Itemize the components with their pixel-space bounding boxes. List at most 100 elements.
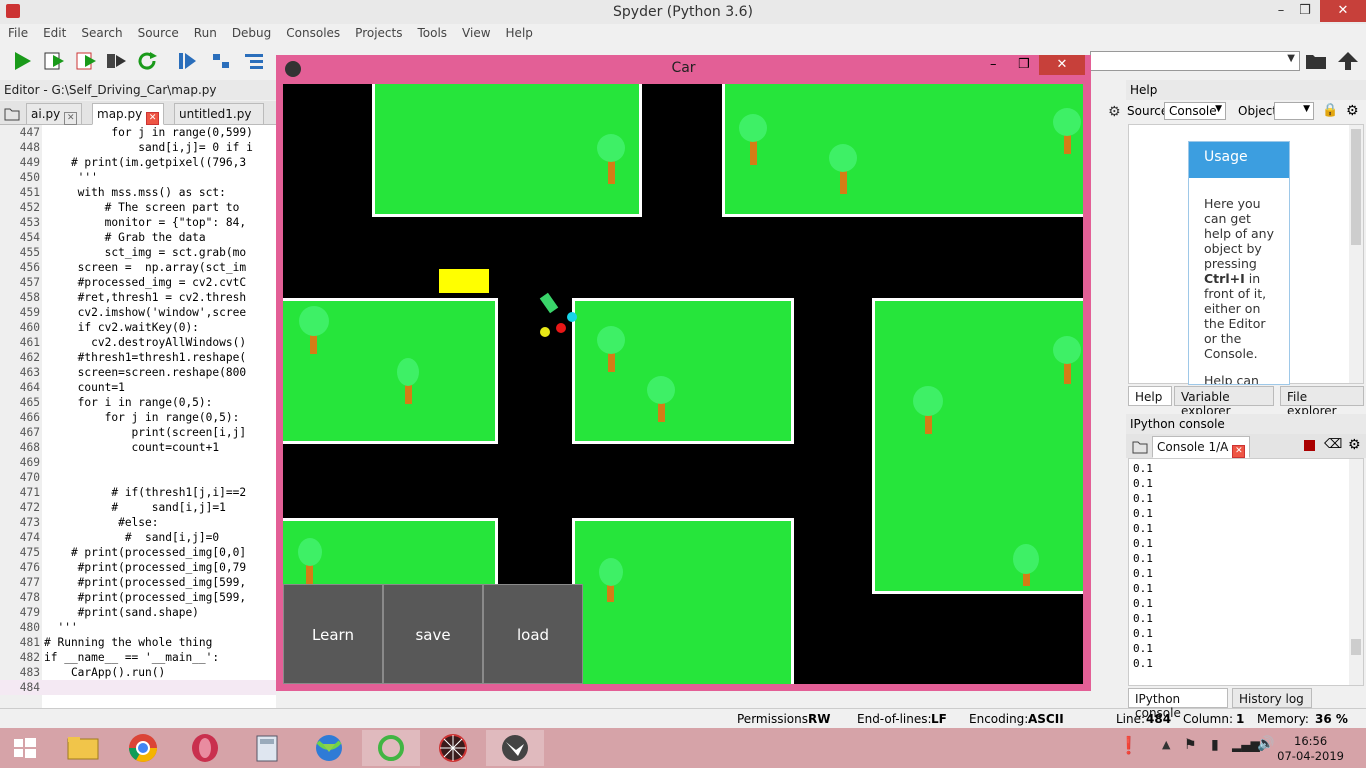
code-line[interactable]: 474 # sand[i,j]=0: [0, 530, 276, 545]
learn-button[interactable]: Learn: [283, 584, 383, 684]
tab-untitled1-py[interactable]: untitled1.py✕: [174, 103, 264, 139]
menu-source[interactable]: Source: [130, 24, 186, 40]
code-line[interactable]: 447 for j in range(0,599): [0, 125, 276, 140]
code-editor[interactable]: 447 for j in range(0,599) 448 sand[i,j]= …: [0, 125, 276, 708]
flag-icon[interactable]: ⚑: [1184, 737, 1197, 753]
open-folder-icon[interactable]: [1304, 50, 1328, 72]
stop-icon[interactable]: [1304, 440, 1315, 451]
menu-file[interactable]: File: [0, 24, 35, 40]
clock[interactable]: 16:56 07-04-2019: [1277, 734, 1344, 764]
console-output[interactable]: 0.1 0.1 0.1 0.1 0.1 0.1 0.1 0.1 0.1 0.1 0.1 0.1 0.1 0…: [1128, 458, 1364, 686]
code-line[interactable]: 476 #print(processed_img[0,79: [0, 560, 276, 575]
code-line[interactable]: 475 # print(processed_img[0,0]: [0, 545, 276, 560]
gear-icon[interactable]: ⚙: [1346, 103, 1359, 119]
maximize-button[interactable]: ❒: [1290, 0, 1320, 22]
code-line[interactable]: 451 with mss.mss() as sct:: [0, 185, 276, 200]
code-line[interactable]: 471 # if(thresh1[j,i]==2: [0, 485, 276, 500]
run-selection-icon[interactable]: [104, 50, 128, 72]
code-line[interactable]: 453 monitor = {"top": 84,: [0, 215, 276, 230]
network-icon[interactable]: ▂▄▆: [1232, 738, 1260, 752]
chrome-icon[interactable]: [114, 730, 172, 766]
tab-file-explorer[interactable]: File explorer: [1280, 386, 1364, 418]
tab-variable-explorer[interactable]: Variable explorer: [1174, 386, 1274, 418]
code-line[interactable]: 463 screen=screen.reshape(800: [0, 365, 276, 380]
browse-tabs-icon[interactable]: [4, 107, 20, 121]
menu-help[interactable]: Help: [498, 24, 540, 40]
code-line[interactable]: 455 sct_img = sct.grab(mo: [0, 245, 276, 260]
run-icon[interactable]: [10, 50, 34, 72]
code-line[interactable]: 484: [0, 680, 276, 695]
working-directory-combo[interactable]: ▼: [1090, 51, 1300, 71]
start-button[interactable]: [0, 730, 50, 766]
menu-tools[interactable]: Tools: [409, 24, 454, 40]
close-tab-icon[interactable]: ✕: [1232, 445, 1246, 458]
security-alert-icon[interactable]: ❗: [1118, 736, 1139, 756]
menu-edit[interactable]: Edit: [35, 24, 73, 40]
code-line[interactable]: 465 for i in range(0,5):: [0, 395, 276, 410]
code-line[interactable]: 458 #ret,thresh1 = cv2.thresh: [0, 290, 276, 305]
tab-map-py[interactable]: map.py ✕: [92, 103, 164, 125]
code-line[interactable]: 477 #print(processed_img[599,: [0, 575, 276, 590]
lock-icon[interactable]: 🔒: [1322, 103, 1338, 118]
source-select[interactable]: Console ▼: [1164, 102, 1226, 120]
menu-projects[interactable]: Projects: [347, 24, 409, 40]
code-line[interactable]: 454 # Grab the data: [0, 230, 276, 245]
help-scrollbar[interactable]: [1349, 125, 1363, 383]
code-line[interactable]: 469: [0, 455, 276, 470]
opera-icon[interactable]: [176, 730, 234, 766]
code-line[interactable]: 464 count=1: [0, 380, 276, 395]
code-line[interactable]: 479 #print(sand.shape): [0, 605, 276, 620]
spider-web-app-icon[interactable]: [424, 730, 482, 766]
code-line[interactable]: 478 #print(processed_img[599,: [0, 590, 276, 605]
tab-ipython-console[interactable]: IPython console: [1128, 688, 1228, 720]
code-line[interactable]: 457 #processed_img = cv2.cvtC: [0, 275, 276, 290]
menu-debug[interactable]: Debug: [224, 24, 278, 40]
map-canvas[interactable]: Learn save load: [283, 84, 1083, 684]
menu-search[interactable]: Search: [73, 24, 129, 40]
code-line[interactable]: 467 print(screen[i,j]: [0, 425, 276, 440]
code-line[interactable]: 462 #thresh1=thresh1.reshape(: [0, 350, 276, 365]
console-scrollbar[interactable]: [1349, 459, 1363, 685]
code-line[interactable]: 470: [0, 470, 276, 485]
menu-view[interactable]: View: [454, 24, 497, 40]
parent-directory-icon[interactable]: [1336, 50, 1360, 72]
menu-consoles[interactable]: Consoles: [278, 24, 347, 40]
green-ring-app-icon[interactable]: [362, 730, 420, 766]
code-line[interactable]: 460 if cv2.waitKey(0):: [0, 320, 276, 335]
code-line[interactable]: 483 CarApp().run(): [0, 665, 276, 680]
close-tab-icon[interactable]: ✕: [146, 112, 160, 125]
code-line[interactable]: 468 count=count+1: [0, 440, 276, 455]
object-select[interactable]: ▼: [1274, 102, 1314, 120]
rerun-icon[interactable]: [136, 50, 160, 72]
car-maximize-button[interactable]: ❒: [1018, 57, 1030, 72]
debug-icon[interactable]: [176, 50, 200, 72]
code-line[interactable]: 459 cv2.imshow('window',scree: [0, 305, 276, 320]
run-cell-advance-icon[interactable]: [74, 50, 98, 72]
gear-icon[interactable]: ⚙: [1108, 104, 1121, 120]
tab-ai-py[interactable]: ai.py ✕: [26, 103, 82, 125]
tab-console-1a[interactable]: Console 1/A ✕: [1152, 436, 1250, 458]
close-button[interactable]: ✕: [1320, 0, 1366, 22]
code-line[interactable]: 473 #else:: [0, 515, 276, 530]
code-line[interactable]: 448 sand[i,j]= 0 if i: [0, 140, 276, 155]
calculator-icon[interactable]: [238, 730, 296, 766]
eraser-icon[interactable]: ⌫: [1324, 437, 1342, 452]
internet-download-manager-icon[interactable]: [300, 730, 358, 766]
tab-help[interactable]: Help: [1128, 386, 1172, 406]
save-button[interactable]: save: [383, 584, 483, 684]
code-line[interactable]: 482 if __name__ == '__main__':: [0, 650, 276, 665]
gear-icon[interactable]: ⚙: [1348, 437, 1361, 453]
code-line[interactable]: 456 screen = np.array(sct_im: [0, 260, 276, 275]
menu-run[interactable]: Run: [186, 24, 224, 40]
run-cell-icon[interactable]: [42, 50, 66, 72]
car-minimize-button[interactable]: –: [990, 57, 997, 72]
code-line[interactable]: 466 for j in range(0,5):: [0, 410, 276, 425]
battery-icon[interactable]: ▮: [1211, 737, 1219, 753]
step-into-icon[interactable]: [242, 50, 266, 72]
chevron-up-icon[interactable]: ▲: [1162, 738, 1170, 751]
file-explorer-icon[interactable]: [54, 730, 112, 766]
close-tab-icon[interactable]: ✕: [64, 112, 78, 125]
code-line[interactable]: 480 ''': [0, 620, 276, 635]
code-line[interactable]: 452 # The screen part to: [0, 200, 276, 215]
tab-history-log[interactable]: History log: [1232, 688, 1312, 708]
